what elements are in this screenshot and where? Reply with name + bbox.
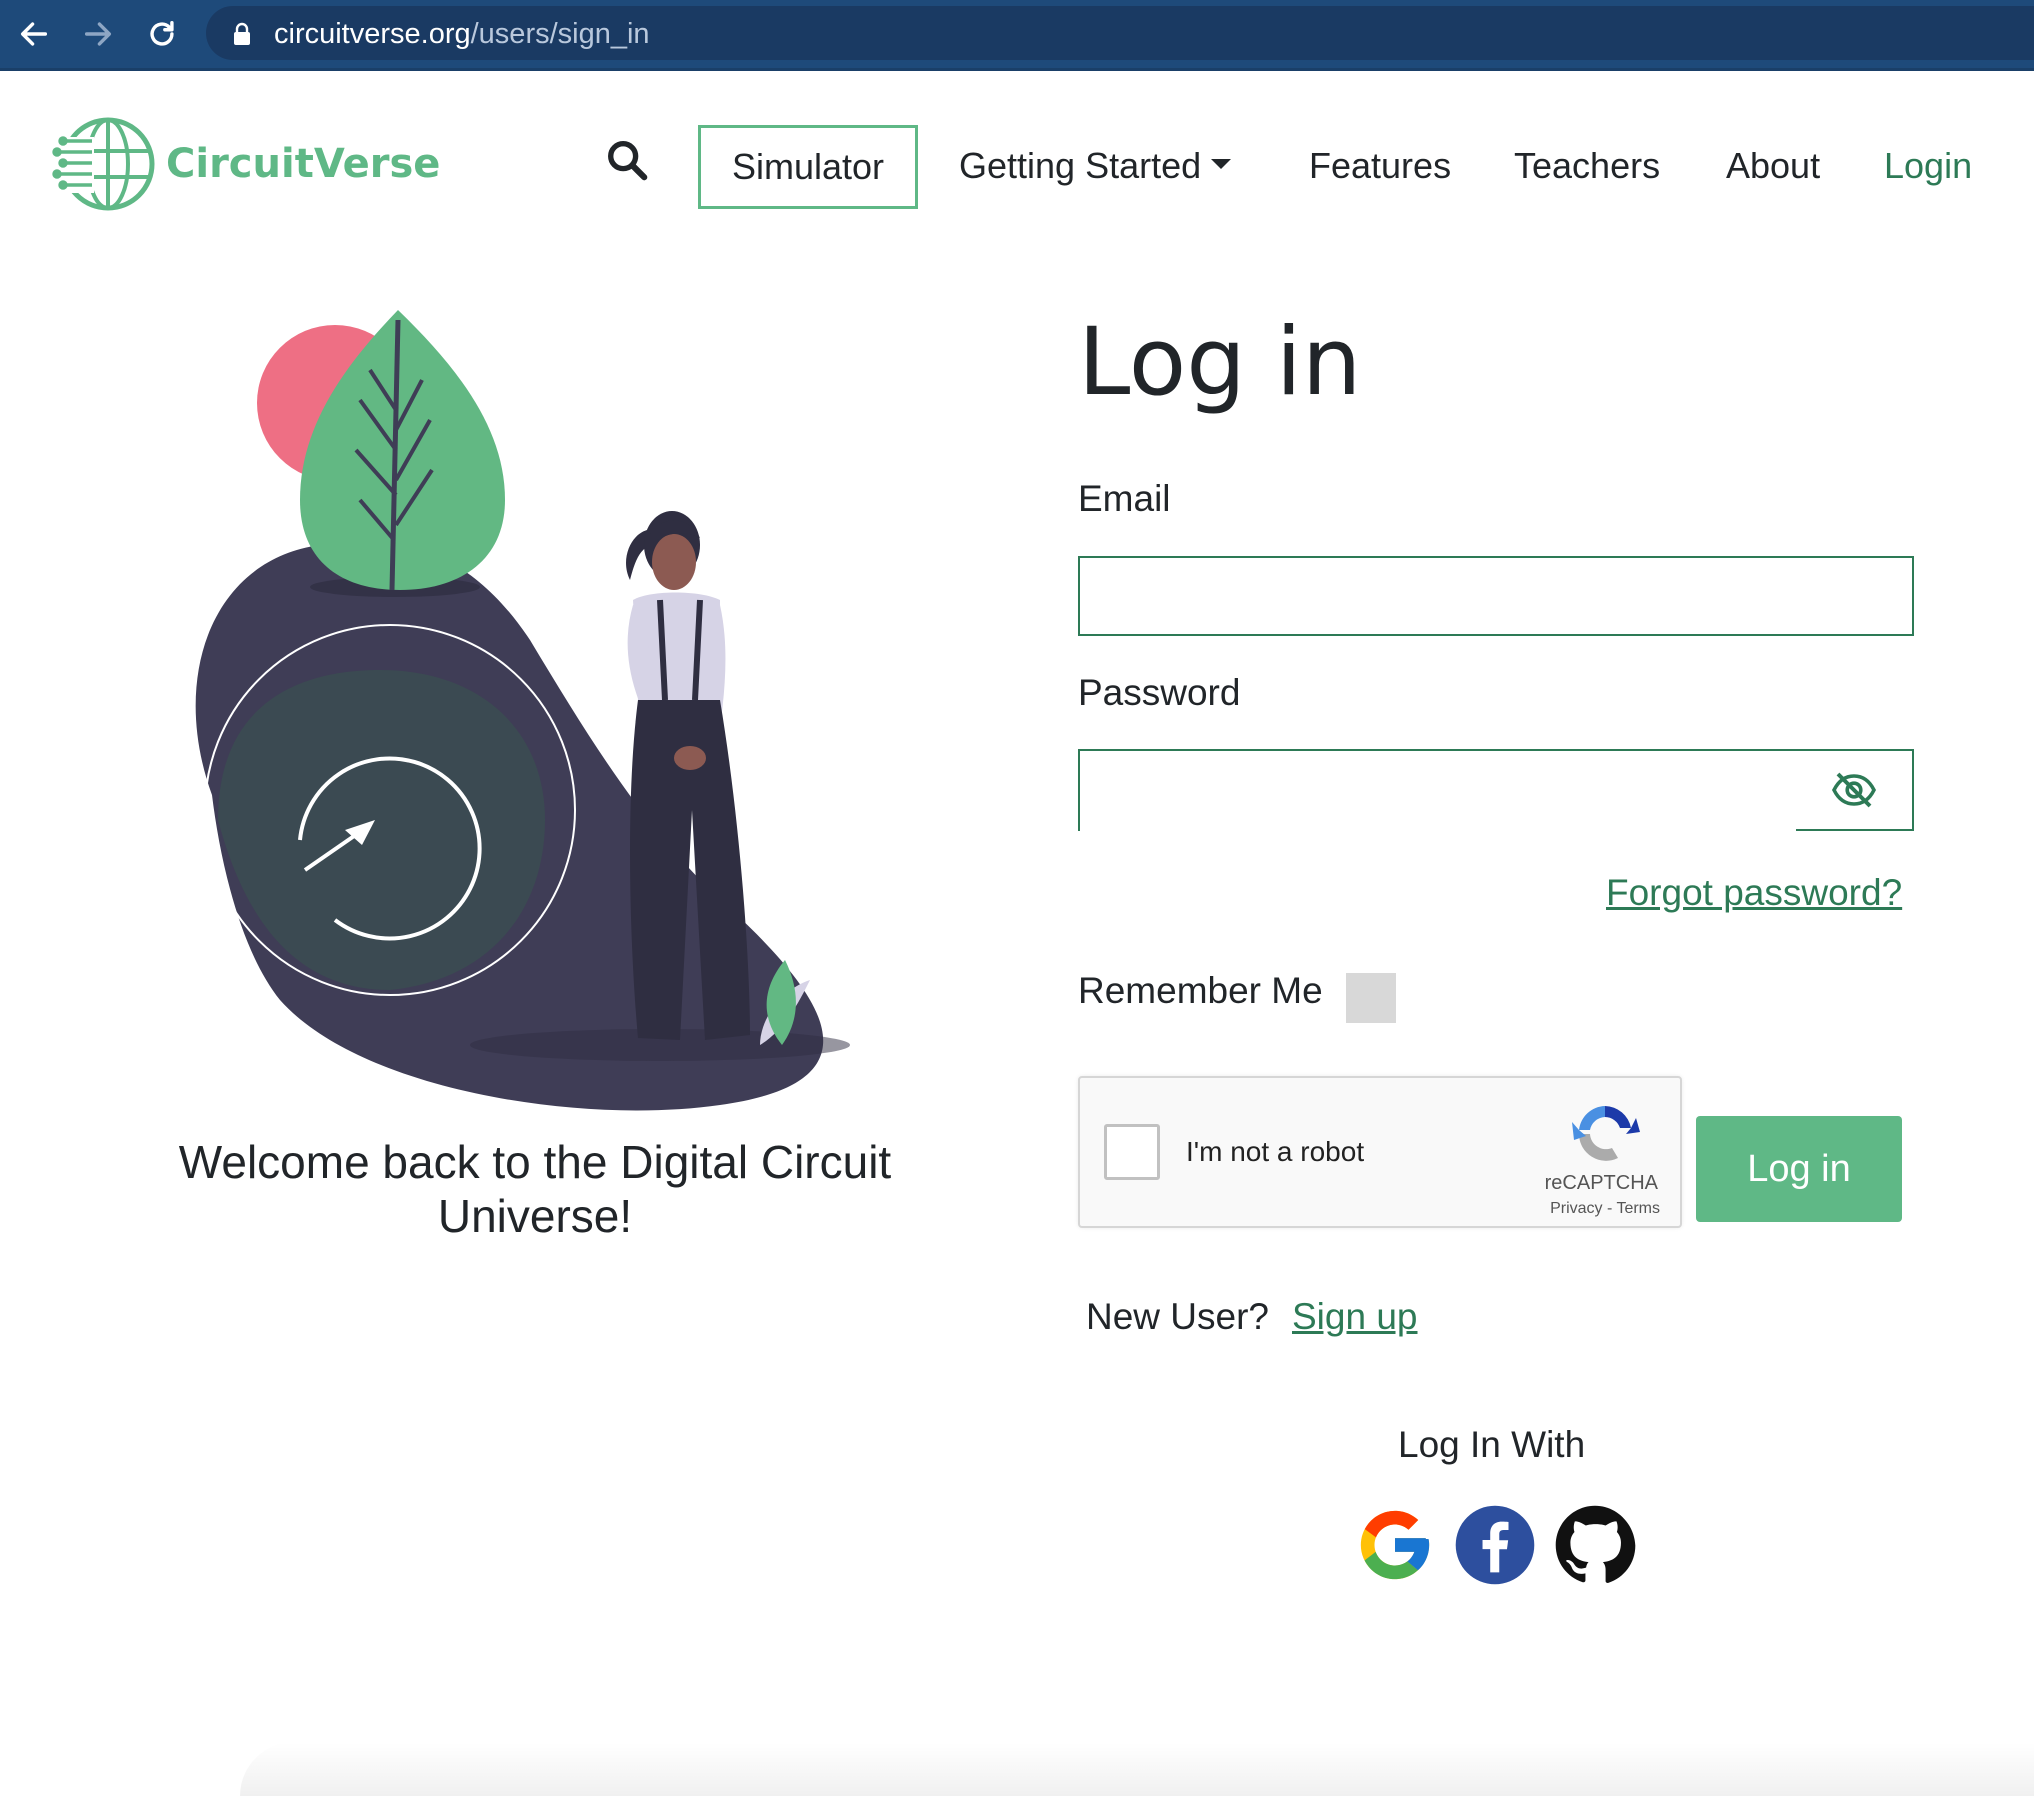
form-title: Log in [1078, 308, 1362, 417]
back-arrow-icon[interactable] [14, 14, 54, 54]
url-text: circuitverse.org/users/sign_in [274, 18, 650, 50]
email-field[interactable] [1078, 556, 1914, 636]
nav-getting-started-label: Getting Started [959, 145, 1202, 186]
globe-circuit-icon [52, 117, 155, 211]
recaptcha-icon [1570, 1100, 1640, 1171]
page-bottom-shadow [240, 1742, 2034, 1796]
nav-simulator-button[interactable]: Simulator [698, 125, 918, 209]
caret-down-icon [1211, 159, 1232, 170]
github-icon[interactable] [1554, 1504, 1636, 1586]
brand-name: CircuitVerse [166, 141, 441, 187]
sign-up-link[interactable]: Sign up [1292, 1296, 1418, 1338]
browser-toolbar: circuitverse.org/users/sign_in [0, 0, 2034, 71]
recaptcha-label: I'm not a robot [1186, 1136, 1365, 1167]
remember-me-checkbox[interactable] [1346, 973, 1396, 1023]
remember-me-label: Remember Me [1078, 970, 1323, 1011]
password-underline [1796, 829, 1914, 831]
site-navbar: CircuitVerse Simulator Getting Started F… [0, 71, 2034, 251]
forgot-password-link[interactable]: Forgot password? [1606, 872, 1902, 914]
login-with-label: Log In With [1398, 1424, 1586, 1465]
password-group [1078, 749, 1914, 831]
recaptcha-links[interactable]: Privacy - Terms [1080, 1200, 1684, 1218]
nav-getting-started[interactable]: Getting Started [959, 145, 1232, 187]
welcome-message: Welcome back to the Digital Circuit Univ… [178, 1136, 892, 1242]
welcome-illustration [160, 300, 920, 1125]
recaptcha-brand: reCAPTCHA [1544, 1172, 1658, 1194]
email-label: Email [1078, 478, 1171, 519]
log-in-button[interactable]: Log in [1696, 1116, 1902, 1222]
new-user-label: New User? [1086, 1296, 1269, 1337]
nav-login[interactable]: Login [1884, 145, 1972, 187]
forward-arrow-icon[interactable] [78, 14, 118, 54]
lock-icon [232, 22, 252, 51]
nav-features[interactable]: Features [1309, 145, 1451, 187]
reload-icon[interactable] [142, 14, 182, 54]
eye-slash-icon[interactable] [1796, 749, 1914, 831]
nav-about[interactable]: About [1726, 145, 1820, 187]
google-icon[interactable] [1354, 1504, 1436, 1586]
nav-teachers[interactable]: Teachers [1514, 145, 1660, 187]
search-icon[interactable] [604, 137, 650, 188]
facebook-icon[interactable] [1454, 1504, 1536, 1586]
password-field[interactable] [1078, 749, 1798, 831]
address-bar[interactable]: circuitverse.org/users/sign_in [206, 6, 2034, 60]
circuitverse-logo[interactable]: CircuitVerse [52, 111, 440, 217]
recaptcha-widget: I'm not a robot reCAPTCHA Privacy - Term… [1078, 1076, 1682, 1228]
password-label: Password [1078, 672, 1241, 713]
